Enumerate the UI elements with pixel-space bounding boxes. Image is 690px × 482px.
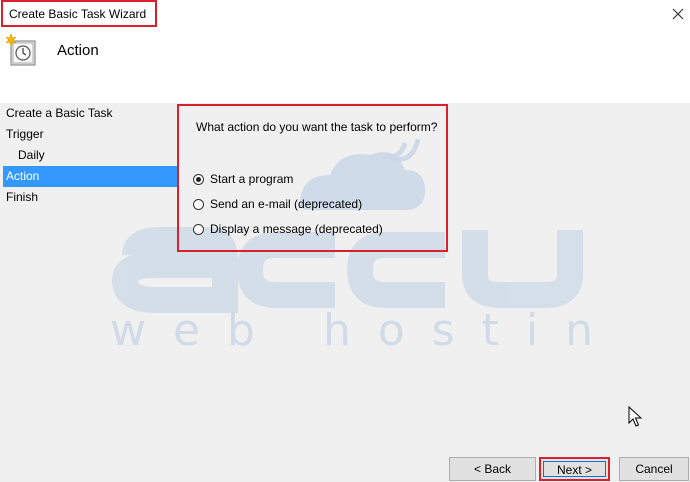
radio-start-program[interactable] [193, 173, 204, 185]
option-start-program[interactable]: Start a program [193, 171, 293, 187]
sidebar-item-daily[interactable]: Daily [0, 145, 177, 166]
wizard-steps-sidebar: Create a Basic Task Trigger Daily Action… [0, 103, 177, 208]
task-scheduler-icon [5, 34, 36, 66]
sidebar-item-trigger[interactable]: Trigger [0, 124, 177, 145]
cancel-button[interactable]: Cancel [619, 457, 689, 481]
sidebar-item-action[interactable]: Action [3, 166, 177, 187]
option-display-message[interactable]: Display a message (deprecated) [193, 221, 383, 237]
option-label: Display a message (deprecated) [210, 222, 383, 236]
action-question: What action do you want the task to perf… [196, 120, 438, 134]
close-button[interactable] [666, 2, 690, 26]
option-label: Start a program [210, 172, 294, 186]
radio-display-message[interactable] [193, 223, 204, 235]
option-send-email[interactable]: Send an e-mail (deprecated) [193, 196, 362, 212]
window-title: Create Basic Task Wizard [1, 0, 157, 27]
option-label: Send an e-mail (deprecated) [210, 197, 363, 211]
page-heading: Action [57, 42, 99, 59]
back-button[interactable]: < Back [449, 457, 536, 481]
next-button-label: Next > [543, 461, 606, 477]
sidebar-item-create-basic-task[interactable]: Create a Basic Task [0, 103, 177, 124]
next-button[interactable]: Next > [539, 457, 610, 481]
mouse-cursor-icon [628, 406, 642, 427]
sidebar-item-finish[interactable]: Finish [0, 187, 177, 208]
radio-send-email[interactable] [193, 198, 204, 210]
svg-text:web hosting: web hosting [110, 305, 600, 356]
close-icon [672, 8, 684, 20]
